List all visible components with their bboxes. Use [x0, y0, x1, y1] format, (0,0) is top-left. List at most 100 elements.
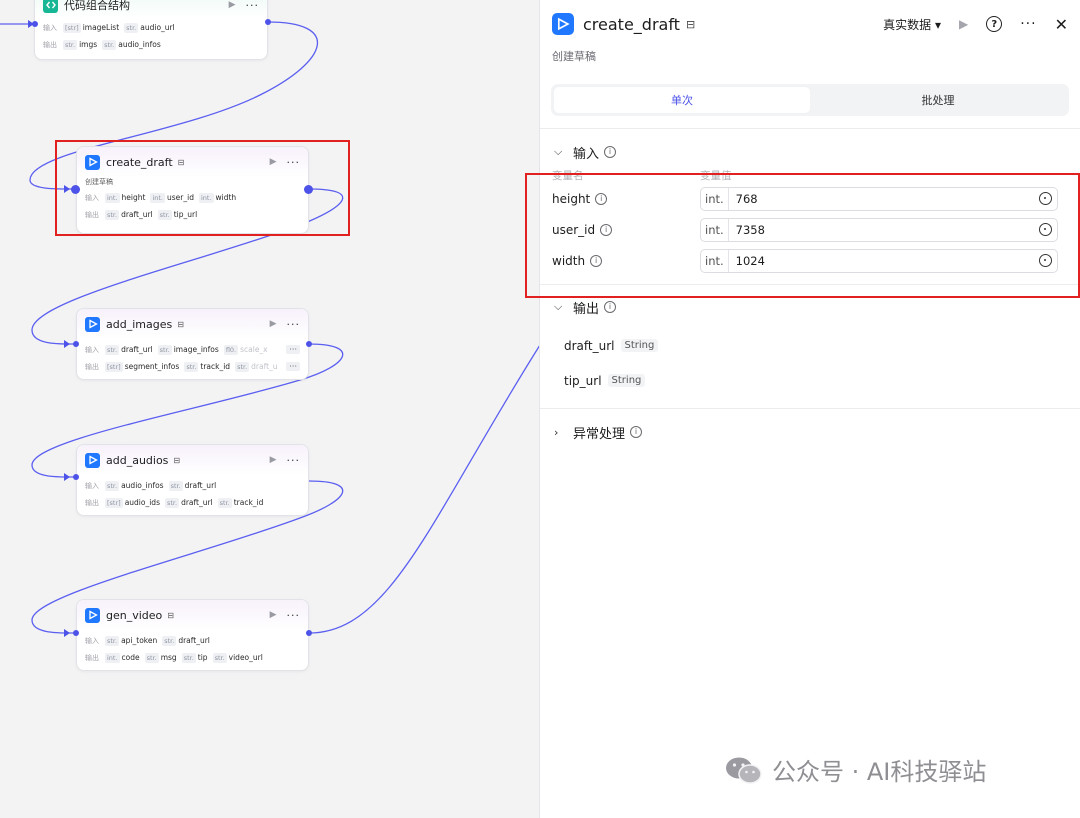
col-value-label: 变量值 — [700, 169, 732, 182]
plugin-badge-icon: ⊟ — [177, 319, 184, 329]
output-variable-row: draft_url String — [540, 328, 1080, 363]
info-icon: i — [604, 301, 617, 313]
workflow-node-add-audios[interactable]: add_audios ⊟ ▶ ··· 输入 str. audio_infos str.… — [76, 444, 309, 516]
tab-batch[interactable]: 批处理 — [810, 87, 1066, 113]
variable-name: draft_url — [178, 636, 210, 645]
variable-name: draft_url — [181, 498, 213, 507]
more-options-icon[interactable]: ··· — [287, 156, 301, 169]
variable-value-input[interactable]: int. 7358 — [700, 217, 1058, 242]
variable-name-label: height i — [552, 192, 700, 206]
type-tag: str. — [105, 209, 120, 220]
input-value[interactable]: 768 — [729, 192, 758, 206]
variable-reference-icon[interactable] — [1039, 223, 1052, 236]
run-node-icon[interactable]: ▶ — [270, 157, 277, 167]
output-section-header[interactable]: ⌵ 输出 i — [540, 292, 1080, 322]
more-options-icon[interactable]: ··· — [287, 454, 301, 467]
input-port[interactable] — [32, 21, 38, 27]
more-options-icon[interactable]: ··· — [1020, 16, 1036, 32]
variable-name: tip_url — [173, 210, 198, 219]
more-options-icon[interactable]: ··· — [246, 0, 260, 12]
plugin-badge-icon: ⊟ — [685, 17, 696, 31]
variable-value-input[interactable]: int. 768 — [700, 186, 1058, 211]
run-node-icon[interactable]: ▶ — [270, 455, 277, 465]
output-port[interactable] — [304, 185, 313, 194]
input-port[interactable] — [73, 341, 79, 347]
variable-name: draft_url — [184, 481, 217, 490]
panel-subtitle: 创建草稿 — [552, 50, 596, 63]
variable-chip: str. track_id — [217, 497, 264, 508]
variable-reference-icon[interactable] — [1039, 192, 1052, 205]
node-input-row: 输入 str. api_token str. draft_url — [77, 632, 308, 649]
variable-chip: str. api_token — [105, 635, 157, 646]
type-tag: [str] — [105, 361, 123, 372]
node-output-row: 输出 [str] segment_infos str. track_id str. draf… — [77, 358, 308, 375]
arrowhead-icon — [64, 185, 70, 193]
node-output-row: 输出 int. code str. msg str. tip str. video_url — [77, 649, 308, 666]
run-node-icon[interactable]: ▶ — [229, 0, 236, 10]
type-tag: str. — [105, 635, 120, 646]
variable-value-input[interactable]: int. 1024 — [700, 248, 1058, 273]
workflow-node-code[interactable]: 代码组合结构 ▶ ··· 输入 [str] imageList str. audio_u… — [34, 0, 268, 60]
plugin-badge-icon: ⊟ — [173, 455, 181, 465]
workflow-canvas[interactable]: 代码组合结构 ▶ ··· 输入 [str] imageList str. audio_u… — [0, 0, 540, 818]
code-icon — [43, 0, 58, 13]
variable-name: image_infos — [173, 345, 219, 354]
run-mode-tabs: 单次 批处理 — [551, 84, 1069, 116]
tab-single[interactable]: 单次 — [554, 87, 810, 113]
output-rows: draft_url String tip_url String — [540, 328, 1080, 398]
workflow-node-create-draft[interactable]: create_draft ⊟ ▶ ··· 创建草稿 输入 int. height in… — [76, 146, 309, 234]
workflow-node-gen-video[interactable]: gen_video ⊟ ▶ ··· 输入 str. api_token str. dra… — [76, 599, 309, 671]
type-tag: str. — [184, 361, 199, 372]
panel-title: create_draft — [583, 14, 680, 34]
type-tag: [str] — [105, 497, 123, 508]
io-label: 输出 — [43, 40, 57, 49]
workflow-node-add-images[interactable]: add_images ⊟ ▶ ··· 输入 str. draft_url str. im… — [76, 308, 309, 380]
input-value[interactable]: 1024 — [729, 254, 765, 268]
output-port[interactable] — [265, 19, 271, 25]
type-tag: str. — [63, 39, 78, 50]
variable-name: scale_x — [240, 345, 268, 354]
variable-chip: str. video_url — [212, 652, 263, 663]
variable-name: draft_u — [251, 362, 278, 371]
variable-chip: str. tip — [181, 652, 208, 663]
variable-name: track_id — [200, 362, 231, 371]
node-header: create_draft ⊟ ▶ ··· — [77, 147, 308, 177]
run-node-icon[interactable]: ▶ — [270, 319, 277, 329]
more-variables-button[interactable]: ··· — [286, 362, 300, 371]
info-icon: i — [600, 223, 613, 236]
variable-reference-icon[interactable] — [1039, 254, 1052, 267]
variable-name: audio_url — [140, 23, 175, 32]
variable-name: track_id — [233, 498, 264, 507]
output-port[interactable] — [306, 341, 312, 347]
data-mode-dropdown[interactable]: 真实数据 ▾ — [883, 16, 941, 33]
input-value[interactable]: 7358 — [729, 223, 765, 237]
more-variables-button[interactable]: ··· — [286, 345, 300, 354]
help-icon[interactable]: ? — [986, 16, 1003, 32]
output-name: tip_url — [564, 373, 602, 388]
more-options-icon[interactable]: ··· — [287, 318, 301, 331]
input-rows: height i int. 768 user_id i int. 7358 widt… — [540, 183, 1080, 276]
info-icon: i — [630, 426, 643, 438]
capcut-icon — [85, 154, 100, 170]
input-port[interactable] — [71, 185, 80, 194]
run-node-icon[interactable]: ▶ — [270, 610, 277, 620]
node-description: 创建草稿 — [85, 178, 113, 186]
type-tag: str. — [124, 22, 139, 33]
type-tag: int. — [105, 652, 120, 663]
close-icon[interactable]: ✕ — [1055, 15, 1068, 34]
input-port[interactable] — [73, 630, 79, 636]
type-tag: str. — [157, 209, 172, 220]
input-section-header[interactable]: ⌵ 输入 i — [540, 137, 1080, 167]
output-name: draft_url — [564, 338, 615, 353]
error-handling-section-header[interactable]: › 异常处理 i — [540, 417, 1080, 447]
node-input-row: 输入 str. audio_infos str. draft_url — [77, 477, 308, 494]
node-title: add_audios — [106, 453, 169, 467]
more-options-icon[interactable]: ··· — [287, 609, 301, 622]
type-tag: str. — [157, 344, 172, 355]
section-title: 输出 — [573, 301, 600, 317]
run-icon[interactable]: ▶ — [959, 17, 968, 31]
node-title: add_images — [106, 317, 173, 331]
type-tag: int. — [150, 192, 165, 203]
output-port[interactable] — [306, 630, 312, 636]
input-port[interactable] — [73, 474, 79, 480]
